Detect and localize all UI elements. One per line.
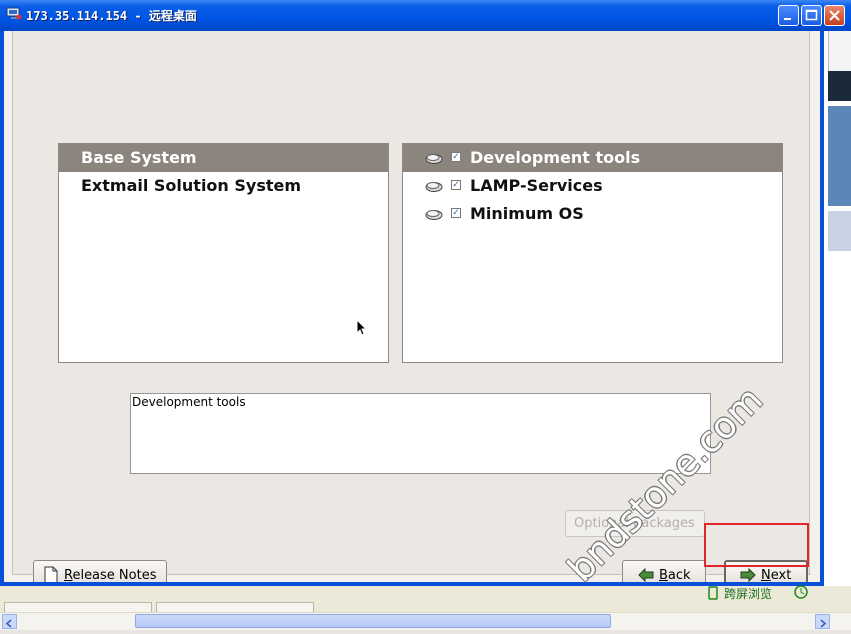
- window-title: 173.35.114.154 - 远程桌面: [26, 9, 197, 23]
- group-label: Minimum OS: [470, 204, 584, 223]
- group-item-development-tools[interactable]: ✓ Development tools: [403, 144, 782, 172]
- back-mnemonic: B: [659, 568, 668, 583]
- next-highlight-box: [704, 523, 809, 567]
- close-button[interactable]: [824, 5, 845, 26]
- installer-panel: Base System Extmail Solution System ✓ De…: [12, 31, 810, 590]
- close-icon: [829, 10, 840, 21]
- taskbar-tabs: [0, 602, 851, 612]
- optional-packages-button[interactable]: Optional packages: [565, 510, 705, 537]
- taskbar-tab[interactable]: [156, 602, 314, 612]
- refresh-icon[interactable]: [793, 584, 809, 600]
- minimize-icon: [784, 18, 791, 20]
- package-icon: [425, 154, 443, 164]
- maximize-button[interactable]: [801, 5, 822, 26]
- scroll-left-button[interactable]: [2, 614, 17, 629]
- mouse-cursor-icon: [356, 319, 368, 336]
- minimize-button[interactable]: [778, 5, 799, 26]
- scroll-thumb[interactable]: [135, 614, 611, 628]
- next-mnemonic: N: [761, 568, 771, 583]
- window-title-bar[interactable]: 173.35.114.154 - 远程桌面: [0, 0, 851, 32]
- category-item-extmail[interactable]: Extmail Solution System: [59, 172, 388, 200]
- release-notes-label: elease Notes: [72, 568, 157, 583]
- background-window-strip: [824, 31, 851, 586]
- chevron-left-icon: [5, 619, 12, 628]
- taskbar-tab[interactable]: [4, 602, 152, 612]
- remote-browse-label: 跨屏浏览: [724, 587, 773, 601]
- package-group-list[interactable]: ✓ Development tools ✓ LAMP-Services ✓ Mi…: [402, 143, 783, 363]
- group-description-box: Development tools: [130, 393, 711, 474]
- arrow-left-icon: [638, 568, 654, 582]
- package-icon: [425, 210, 443, 220]
- category-item-base-system[interactable]: Base System: [59, 144, 388, 172]
- category-label: Extmail Solution System: [81, 176, 302, 195]
- chevron-right-icon: [820, 619, 827, 628]
- arrow-right-icon: [740, 568, 756, 582]
- group-checkbox[interactable]: ✓: [451, 180, 461, 190]
- horizontal-scrollbar[interactable]: [0, 612, 851, 630]
- group-item-minimum-os[interactable]: ✓ Minimum OS: [403, 200, 782, 228]
- group-checkbox[interactable]: ✓: [451, 208, 461, 218]
- group-item-lamp-services[interactable]: ✓ LAMP-Services: [403, 172, 782, 200]
- group-category-list[interactable]: Base System Extmail Solution System: [58, 143, 389, 363]
- group-checkbox[interactable]: ✓: [451, 152, 461, 162]
- remote-desktop-content: Base System Extmail Solution System ✓ De…: [4, 31, 820, 590]
- package-icon: [425, 182, 443, 192]
- phone-icon: [708, 586, 718, 600]
- optional-packages-label: Optional packages: [574, 516, 695, 531]
- remote-desktop-icon: [6, 7, 22, 20]
- group-label: LAMP-Services: [470, 176, 603, 195]
- remote-browse-link[interactable]: 跨屏浏览: [708, 584, 788, 602]
- group-label: Development tools: [470, 148, 641, 167]
- maximize-icon: [805, 9, 818, 21]
- back-label: ack: [667, 568, 691, 583]
- next-label: ext: [770, 568, 792, 583]
- scroll-right-button[interactable]: [815, 614, 830, 629]
- category-label: Base System: [81, 148, 197, 167]
